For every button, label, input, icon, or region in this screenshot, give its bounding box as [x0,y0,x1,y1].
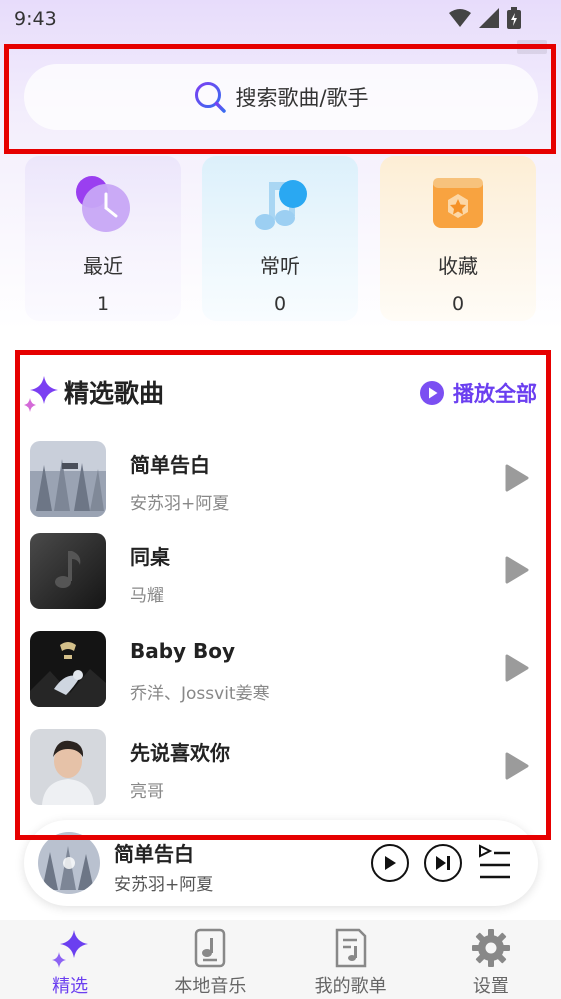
song-artist: 亮哥 [130,782,164,802]
music-note-icon [255,180,307,230]
card-frequent[interactable]: 常听 0 [202,156,358,321]
battery-icon [507,7,521,29]
play-icon[interactable] [504,463,530,493]
skip-next-icon [436,856,450,870]
song-row[interactable]: 同桌 马耀 [30,533,540,613]
nav-my-playlists[interactable]: 我的歌单 [281,920,421,999]
mini-next-button[interactable] [424,844,462,882]
phone-music-icon [195,928,226,968]
overlay-corner-button[interactable] [517,40,547,54]
clock-icon [76,176,130,232]
song-artist: 安苏羽+阿夏 [130,494,230,514]
status-icons [449,7,521,29]
song-title: Baby Boy [130,639,236,663]
play-all-label: 播放全部 [453,382,537,406]
card-favorites-label: 收藏 [438,254,478,278]
playlist-doc-icon [335,928,366,968]
status-time: 9:43 [14,8,57,30]
nav-my-playlists-label: 我的歌单 [314,976,387,997]
play-icon [385,856,396,870]
sparkle-icon [24,376,58,412]
card-favorites[interactable]: 收藏 0 [380,156,536,321]
signal-icon [479,8,499,28]
play-circle-icon [420,381,444,405]
album-cover [30,533,106,609]
song-artist: 乔洋、Jossvit姜寒 [130,684,270,704]
play-icon[interactable] [504,555,530,585]
search-bar[interactable]: 搜索歌曲/歌手 [24,64,538,130]
song-title: 同桌 [130,545,170,569]
card-frequent-count: 0 [273,293,287,315]
nav-settings[interactable]: 设置 [421,920,561,999]
nav-settings-label: 设置 [472,976,509,997]
mini-player-artist: 安苏羽+阿夏 [114,875,214,895]
search-icon [195,82,227,113]
nav-local-music[interactable]: 本地音乐 [140,920,280,999]
playlist-icon[interactable] [478,844,512,882]
play-all-button[interactable]: 播放全部 [419,378,537,408]
album-cover [30,729,106,805]
album-cover [30,441,106,517]
song-row[interactable]: 先说喜欢你 亮哥 [30,729,540,809]
wifi-icon [449,9,471,27]
card-recent-label: 最近 [83,254,123,278]
song-title: 简单告白 [130,453,210,477]
card-recent-count: 1 [96,293,110,315]
mini-player[interactable]: 简单告白 安苏羽+阿夏 [24,820,538,906]
bottom-nav: 精选 本地音乐 我的歌单 设置 [0,920,561,999]
nav-local-music-label: 本地音乐 [174,976,247,997]
nav-featured[interactable]: 精选 [0,920,140,999]
card-frequent-label: 常听 [260,254,300,278]
mini-player-title: 简单告白 [114,842,194,866]
mini-player-cover [38,832,100,894]
gear-icon [471,929,510,967]
status-bar: 9:43 [0,0,561,40]
star-box-icon [433,178,483,228]
nav-featured-label: 精选 [52,976,89,997]
card-favorites-count: 0 [451,293,465,315]
song-artist: 马耀 [130,586,164,606]
sparkle-icon [52,930,89,968]
song-row[interactable]: Baby Boy 乔洋、Jossvit姜寒 [30,631,540,711]
album-cover [30,631,106,707]
search-placeholder: 搜索歌曲/歌手 [235,86,369,110]
mini-play-button[interactable] [371,844,409,882]
song-row[interactable]: 简单告白 安苏羽+阿夏 [30,441,540,521]
play-icon[interactable] [504,653,530,683]
card-recent[interactable]: 最近 1 [25,156,181,321]
play-icon[interactable] [504,751,530,781]
featured-title: 精选歌曲 [64,379,165,408]
song-title: 先说喜欢你 [130,741,230,765]
